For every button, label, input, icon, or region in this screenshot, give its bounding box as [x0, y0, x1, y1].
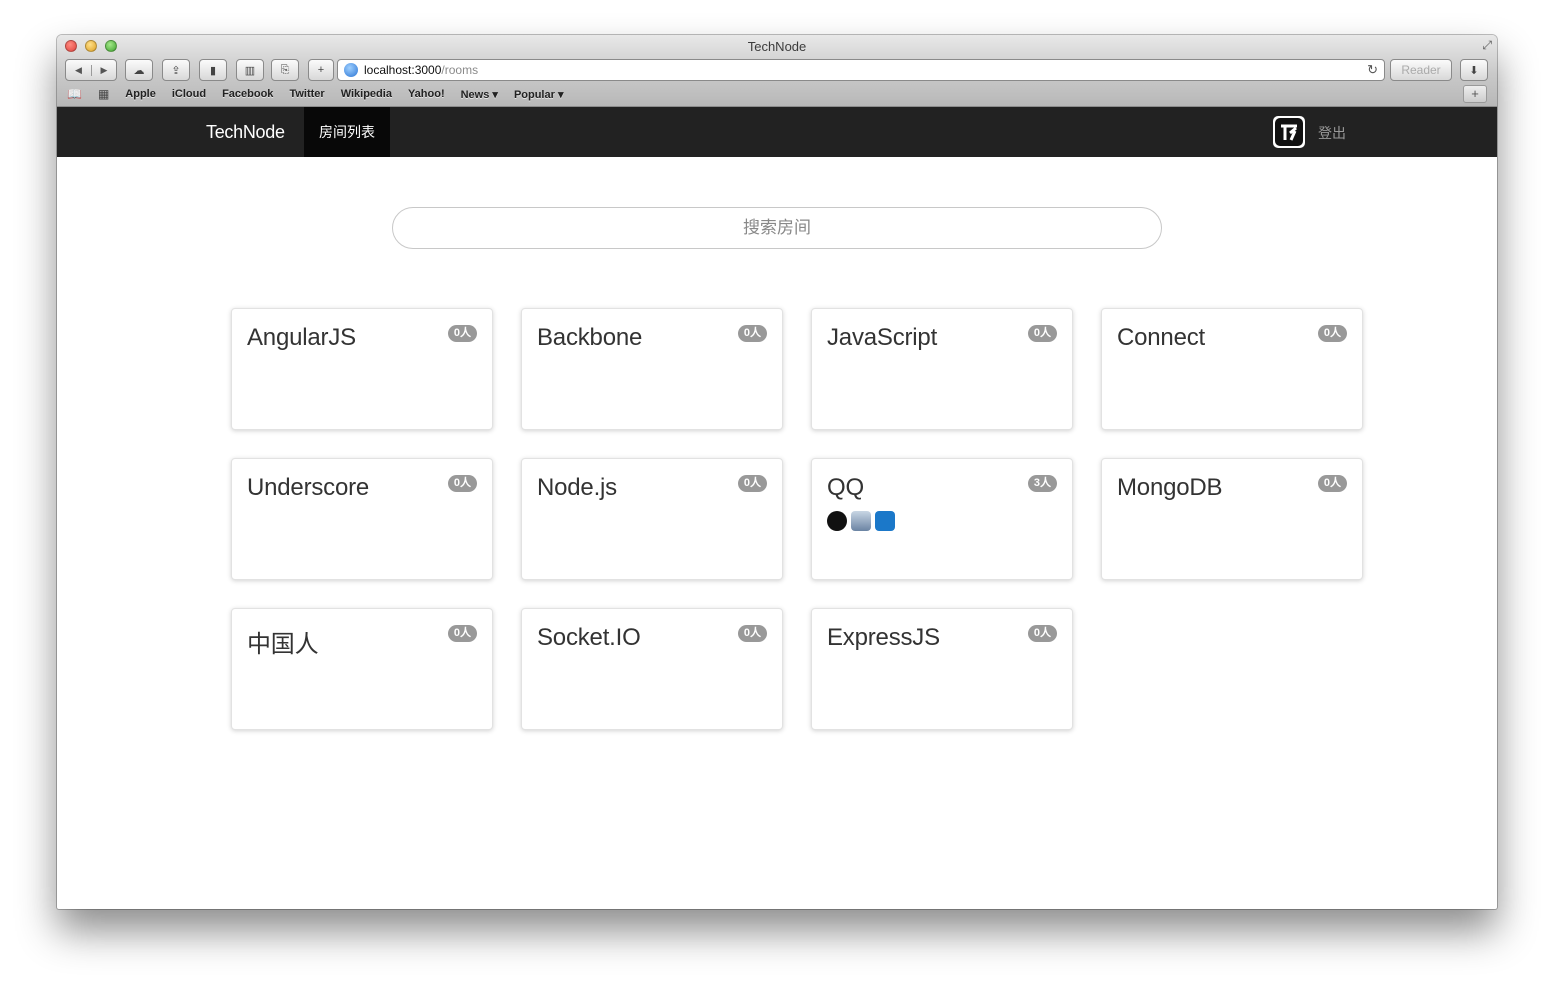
technode-avatar-icon	[1275, 118, 1303, 146]
member-count-badge: 0人	[1317, 325, 1347, 342]
browser-window: TechNode ⤢ ◀ ▶ ☁ ⇪ ▮ ▥ ⎘ + localhost:300…	[57, 35, 1497, 909]
member-count-badge: 0人	[1317, 475, 1347, 492]
reload-icon[interactable]: ↻	[1367, 62, 1378, 78]
cloud-icon: ☁	[133, 64, 145, 77]
member-count-badge: 0人	[737, 475, 767, 492]
logout-link[interactable]: 登出	[1318, 123, 1346, 143]
room-title: 中国人	[247, 631, 319, 658]
brand-logo-text[interactable]: TechNode	[206, 122, 285, 143]
room-card[interactable]: ExpressJS 0人	[811, 608, 1073, 730]
room-title: QQ	[827, 474, 864, 501]
share-icon: ⇪	[171, 64, 181, 77]
room-card[interactable]: 中国人 0人	[231, 608, 493, 730]
member-count-badge: 0人	[447, 475, 477, 492]
room-card[interactable]: MongoDB 0人	[1101, 458, 1363, 580]
url-path: /rooms	[441, 63, 479, 77]
room-card[interactable]: Backbone 0人	[521, 308, 783, 430]
forward-icon[interactable]: ▶	[91, 64, 116, 76]
bookmark-icloud[interactable]: iCloud	[172, 88, 206, 100]
room-title: ExpressJS	[827, 624, 940, 651]
bookmarks-book-icon[interactable]: 📖	[67, 87, 82, 101]
member-avatar[interactable]	[851, 511, 871, 531]
columns-icon: ▥	[244, 64, 256, 77]
bookmark-facebook[interactable]: Facebook	[222, 88, 273, 100]
member-avatar[interactable]	[875, 511, 895, 531]
download-icon: ⬇	[1469, 64, 1479, 77]
url-host: localhost:3000	[364, 63, 442, 77]
sidebar-button[interactable]: ▥	[236, 59, 264, 81]
search-input[interactable]	[392, 207, 1162, 249]
nav-tab-room-list[interactable]: 房间列表	[304, 107, 390, 157]
room-card[interactable]: Connect 0人	[1101, 308, 1363, 430]
room-card[interactable]: Underscore 0人	[231, 458, 493, 580]
back-icon[interactable]: ◀	[66, 65, 91, 76]
new-tab-button[interactable]: +	[308, 59, 334, 81]
share-button[interactable]: ⇪	[162, 59, 190, 81]
member-count-badge: 0人	[737, 625, 767, 642]
room-title: Underscore	[247, 474, 370, 501]
bookmark-yahoo[interactable]: Yahoo!	[408, 88, 445, 100]
room-title: Connect	[1117, 324, 1205, 351]
room-members	[827, 511, 895, 531]
fullscreen-icon[interactable]: ⤢	[1482, 38, 1492, 53]
export-icon: ⎘	[280, 63, 290, 76]
open-in-button[interactable]: ⎘	[271, 59, 299, 81]
room-card[interactable]: Socket.IO 0人	[521, 608, 783, 730]
member-count-badge: 0人	[447, 325, 477, 342]
room-title: Socket.IO	[537, 624, 641, 651]
add-bookmark-plus-icon[interactable]: +	[1463, 85, 1487, 103]
reader-button[interactable]: Reader	[1390, 59, 1452, 81]
bookmark-apple[interactable]: Apple	[125, 88, 156, 100]
window-title: TechNode	[747, 39, 807, 54]
room-title: MongoDB	[1117, 474, 1223, 501]
member-avatar[interactable]	[827, 511, 847, 531]
member-count-badge: 0人	[1027, 625, 1057, 642]
top-sites-grid-icon[interactable]: ▦	[98, 87, 109, 101]
globe-icon	[344, 63, 358, 77]
member-count-badge: 3人	[1027, 475, 1057, 492]
bookmarks-bar: 📖 ▦ Apple iCloud Facebook Twitter Wikipe…	[67, 85, 1487, 103]
bookmark-wikipedia[interactable]: Wikipedia	[341, 88, 392, 100]
book-icon: ▮	[209, 64, 217, 77]
icloud-tabs-button[interactable]: ☁	[125, 59, 153, 81]
plus-icon: +	[317, 64, 325, 76]
member-count-badge: 0人	[447, 625, 477, 642]
room-card[interactable]: QQ 3人	[811, 458, 1073, 580]
address-bar[interactable]: localhost:3000/rooms ↻	[337, 59, 1385, 81]
room-card[interactable]: JavaScript 0人	[811, 308, 1073, 430]
room-card[interactable]: AngularJS 0人	[231, 308, 493, 430]
room-title: Backbone	[537, 324, 643, 351]
bookmark-popular-menu[interactable]: Popular ▾	[514, 88, 564, 101]
bookmark-twitter[interactable]: Twitter	[289, 88, 324, 100]
browser-chrome: TechNode ⤢ ◀ ▶ ☁ ⇪ ▮ ▥ ⎘ + localhost:300…	[57, 35, 1497, 107]
room-title: JavaScript	[827, 324, 938, 351]
member-count-badge: 0人	[737, 325, 767, 342]
room-card[interactable]: Node.js 0人	[521, 458, 783, 580]
room-title: Node.js	[537, 474, 617, 501]
app-navbar: TechNode 房间列表 登出	[57, 107, 1497, 157]
bookmark-news-menu[interactable]: News ▾	[461, 88, 498, 101]
room-title: AngularJS	[247, 324, 356, 351]
reading-list-button[interactable]: ▮	[199, 59, 227, 81]
downloads-button[interactable]: ⬇	[1460, 59, 1488, 81]
member-count-badge: 0人	[1027, 325, 1057, 342]
browser-toolbar: ◀ ▶ ☁ ⇪ ▮ ▥ ⎘ + localhost:3000 /rooms ↻ …	[65, 59, 1489, 81]
avatar[interactable]	[1273, 116, 1305, 148]
back-forward-buttons: ◀ ▶	[65, 59, 117, 81]
